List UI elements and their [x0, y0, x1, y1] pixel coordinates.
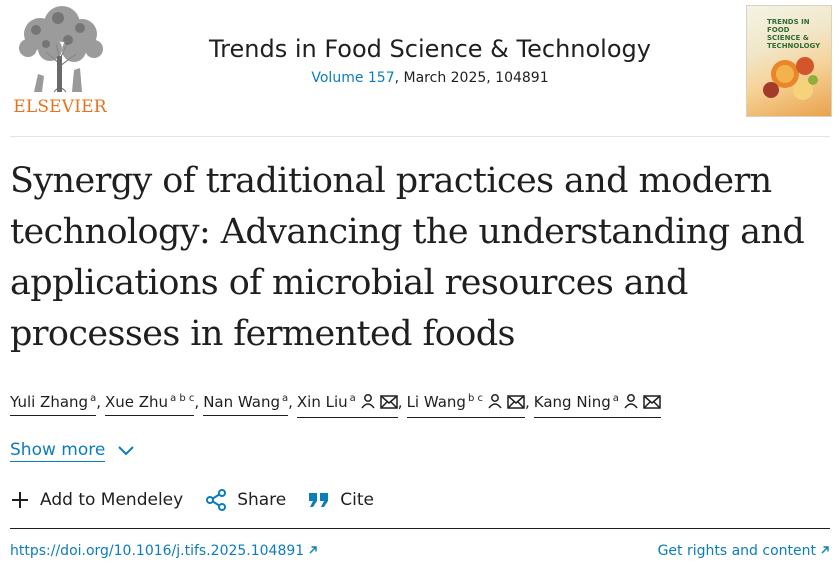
author-affiliation: a b c [170, 393, 195, 404]
elsevier-tree-icon [10, 4, 110, 96]
issue-info: Volume 157, March 2025, 104891 [160, 70, 700, 86]
person-icon [360, 392, 376, 416]
mail-icon [380, 392, 398, 416]
cite-label: Cite [340, 490, 374, 510]
author-name: Xue Zhu [104, 393, 169, 411]
author-affiliation: a [349, 393, 356, 404]
author-name: Kang Ning [533, 393, 611, 411]
doi-link[interactable]: https://doi.org/10.1016/j.tifs.2025.1048… [10, 543, 318, 559]
author-name: Yuli Zhang [10, 393, 89, 411]
volume-link[interactable]: Volume 157 [311, 70, 394, 86]
author-separator: , [194, 393, 200, 411]
article-title: Synergy of traditional practices and mod… [10, 161, 805, 354]
author-link[interactable]: Nan Wang a [203, 390, 289, 416]
plus-icon [12, 492, 28, 508]
add-to-mendeley-button[interactable]: Add to Mendeley [10, 490, 183, 510]
show-more-label: Show more [10, 440, 106, 462]
journal-title[interactable]: Trends in Food Science & Technology [160, 34, 700, 64]
cover-fruit-image [763, 57, 818, 100]
author-name: Xin Liu [296, 393, 348, 411]
author-link[interactable]: Li Wang b c [406, 390, 525, 418]
author-link[interactable]: Xin Liu a [296, 390, 398, 418]
author-link[interactable]: Kang Ning a [533, 390, 661, 418]
author-name: Li Wang [406, 393, 466, 411]
journal-cover[interactable]: TRENDS IN FOOD SCIENCE & TECHNOLOGY [746, 5, 832, 117]
author-separator: , [524, 393, 530, 411]
article-header: ELSEVIER Trends in Food Science & Techno… [0, 0, 835, 136]
article-actions: Add to Mendeley Share Cite [10, 489, 396, 511]
cite-button[interactable]: Cite [308, 490, 374, 510]
show-more-button[interactable]: Show more [10, 440, 135, 462]
doi-text: https://doi.org/10.1016/j.tifs.2025.1048… [10, 543, 305, 559]
author-affiliation: a [612, 393, 619, 404]
elsevier-logo[interactable]: ELSEVIER [10, 4, 110, 117]
person-icon [623, 392, 639, 416]
author-affiliation: b c [467, 393, 483, 404]
author-separator: , [288, 393, 293, 411]
author-link[interactable]: Xue Zhu a b c [104, 390, 195, 416]
mendeley-label: Add to Mendeley [40, 490, 184, 510]
chevron-down-icon [118, 446, 135, 456]
mail-icon [507, 392, 525, 416]
mail-icon [643, 392, 661, 416]
external-link-icon [821, 546, 829, 554]
author-name: Nan Wang [203, 393, 280, 411]
share-icon [206, 489, 227, 511]
author-link[interactable]: Yuli Zhang a [10, 390, 97, 416]
get-rights-link[interactable]: Get rights and content [658, 543, 830, 559]
share-label: Share [237, 490, 287, 510]
elsevier-wordmark: ELSEVIER [13, 97, 107, 117]
quote-icon [309, 493, 329, 507]
journal-info: Trends in Food Science & Technology Volu… [160, 34, 700, 86]
issue-date: , March 2025, 104891 [394, 70, 549, 86]
actions-divider [10, 528, 830, 529]
header-divider [10, 136, 830, 137]
author-list: Yuli Zhang a, Xue Zhu a b c, Nan Wang a, Xin L… [10, 390, 830, 418]
rights-text: Get rights and content [657, 543, 816, 559]
share-button[interactable]: Share [205, 489, 286, 511]
person-icon [487, 392, 503, 416]
external-link-icon [309, 546, 317, 554]
author-separator: , [397, 393, 403, 411]
author-separator: , [96, 393, 101, 411]
